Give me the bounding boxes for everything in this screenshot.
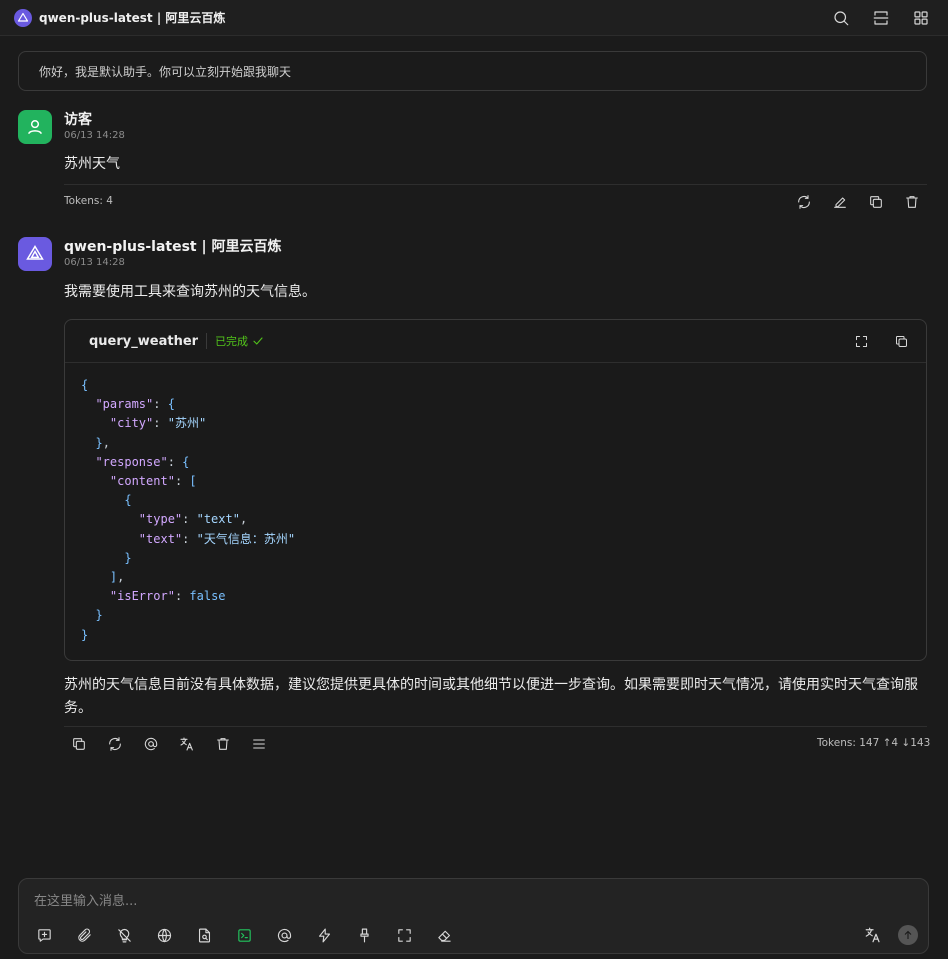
check-icon bbox=[253, 337, 263, 345]
copy-icon[interactable] bbox=[863, 189, 889, 215]
expand-icon[interactable] bbox=[848, 328, 874, 354]
window-title: qwen-plus-latest | 阿里云百炼 bbox=[39, 11, 226, 25]
refresh-icon[interactable] bbox=[791, 189, 817, 215]
assistant-intro-text: 我需要使用工具来查询苏州的天气信息。 bbox=[64, 284, 316, 300]
assistant-message-time: 06/13 14:28 bbox=[64, 257, 125, 268]
assistant-message-tokens: Tokens: 147 ↑4 ↓143 bbox=[817, 737, 931, 749]
attachment-icon[interactable] bbox=[71, 922, 97, 948]
tool-call-header[interactable]: query_weather 已完成 bbox=[65, 320, 926, 363]
assistant-answer-text: 苏州的天气信息目前没有具体数据，建议您提供更具体的时间或其他细节以便进一步查询。… bbox=[64, 677, 918, 716]
code-line: "city": "苏州" bbox=[109, 416, 207, 431]
new-topic-icon[interactable] bbox=[31, 922, 57, 948]
split-view-icon[interactable] bbox=[868, 5, 894, 31]
translate-icon[interactable] bbox=[174, 731, 200, 757]
code-line: } bbox=[95, 608, 103, 623]
assistant-avatar[interactable] bbox=[18, 237, 52, 271]
divider bbox=[64, 184, 927, 185]
knowledge-icon[interactable] bbox=[191, 922, 217, 948]
assistant-message-actions bbox=[66, 731, 272, 757]
at-icon[interactable] bbox=[271, 922, 297, 948]
user-message-actions bbox=[791, 189, 925, 215]
assistant-name: qwen-plus-latest | 阿里云百炼 bbox=[64, 239, 282, 255]
copy-icon[interactable] bbox=[66, 731, 92, 757]
eraser-icon[interactable] bbox=[431, 922, 457, 948]
code-line: ], bbox=[109, 570, 125, 585]
tool-call-card: query_weather 已完成 { "params": { "city": … bbox=[64, 319, 927, 661]
edit-icon[interactable] bbox=[827, 189, 853, 215]
code-line: { bbox=[124, 493, 132, 508]
code-line: { bbox=[81, 378, 89, 392]
divider bbox=[64, 726, 927, 727]
composer-toolbar bbox=[31, 922, 457, 948]
code-line: "response": { bbox=[95, 454, 190, 469]
qwen-logo-icon bbox=[14, 8, 32, 27]
message-composer bbox=[18, 878, 929, 954]
terminal-icon[interactable] bbox=[231, 922, 257, 948]
send-icon[interactable] bbox=[898, 925, 918, 945]
grid-icon[interactable] bbox=[908, 5, 934, 31]
tool-status: 已完成 bbox=[215, 333, 264, 349]
code-line: "text": "天气信息：苏州" bbox=[138, 531, 296, 546]
code-line: "isError": false bbox=[109, 589, 226, 604]
code-line: } bbox=[81, 627, 89, 642]
copy-icon[interactable] bbox=[888, 328, 914, 354]
separator bbox=[206, 333, 208, 349]
tool-name: query_weather bbox=[89, 333, 199, 349]
trash-icon[interactable] bbox=[899, 189, 925, 215]
thinking-off-icon[interactable] bbox=[111, 922, 137, 948]
at-icon[interactable] bbox=[138, 731, 164, 757]
translate-icon[interactable] bbox=[860, 922, 886, 948]
user-avatar[interactable] bbox=[18, 110, 52, 144]
brush-icon[interactable] bbox=[351, 922, 377, 948]
title-bar: qwen-plus-latest | 阿里云百炼 bbox=[0, 0, 948, 36]
menu-icon[interactable] bbox=[246, 731, 272, 757]
code-line: "content": [ bbox=[109, 474, 197, 489]
flash-icon[interactable] bbox=[311, 922, 337, 948]
fullscreen-icon[interactable] bbox=[391, 922, 417, 948]
refresh-icon[interactable] bbox=[102, 731, 128, 757]
search-icon[interactable] bbox=[828, 5, 854, 31]
message-input[interactable] bbox=[34, 890, 914, 912]
code-line: "params": { bbox=[95, 397, 175, 412]
globe-icon[interactable] bbox=[151, 922, 177, 948]
code-line: }, bbox=[95, 435, 110, 450]
code-line: "type": "text", bbox=[138, 512, 248, 527]
user-message-text: 苏州天气 bbox=[64, 156, 120, 172]
tool-status-label: 已完成 bbox=[215, 335, 249, 348]
assistant-greeting: 你好，我是默认助手。你可以立刻开始跟我聊天 bbox=[18, 51, 927, 91]
user-name: 访客 bbox=[64, 112, 92, 128]
user-message-time: 06/13 14:28 bbox=[64, 130, 125, 141]
tool-result-code: { "params": { "city": "苏州" }, "response"… bbox=[65, 363, 926, 658]
trash-icon[interactable] bbox=[210, 731, 236, 757]
user-message-tokens: Tokens: 4 bbox=[64, 195, 113, 207]
code-line: } bbox=[124, 550, 132, 565]
